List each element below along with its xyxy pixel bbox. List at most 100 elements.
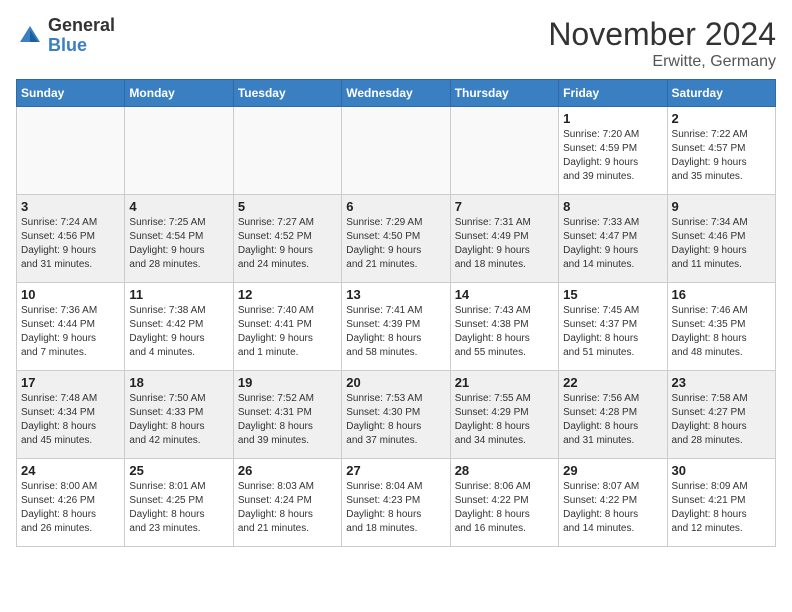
day-number: 8 xyxy=(563,199,662,214)
calendar-cell: 23Sunrise: 7:58 AM Sunset: 4:27 PM Dayli… xyxy=(667,371,775,459)
day-number: 25 xyxy=(129,463,228,478)
day-info: Sunrise: 8:07 AM Sunset: 4:22 PM Dayligh… xyxy=(563,480,662,536)
day-info: Sunrise: 8:00 AM Sunset: 4:26 PM Dayligh… xyxy=(21,480,120,536)
calendar-cell: 30 Sunrise: 8:09 AM Sunset: 4:21 PM Dayli… xyxy=(667,459,775,547)
calendar-cell: 2Sunrise: 7:22 AM Sunset: 4:57 PM Daylig… xyxy=(667,107,775,195)
day-number: 4 xyxy=(129,199,228,214)
location-title: Erwitte, Germany xyxy=(548,53,776,71)
day-info: Sunrise: 7:27 AM Sunset: 4:52 PM Dayligh… xyxy=(238,216,337,272)
calendar-cell: 21 Sunrise: 7:55 AM Sunset: 4:29 PM Dayli… xyxy=(450,371,558,459)
day-number: 22 xyxy=(563,375,662,390)
calendar-cell: 28 Sunrise: 8:06 AM Sunset: 4:22 PM Dayli… xyxy=(450,459,558,547)
header-thursday: Thursday xyxy=(450,80,558,107)
calendar-cell: 20 Sunrise: 7:53 AM Sunset: 4:30 PM Dayli… xyxy=(342,371,450,459)
page-header: General Blue November 2024 Erwitte, Germ… xyxy=(16,16,776,71)
calendar-cell: 9 Sunrise: 7:34 AM Sunset: 4:46 PM Daylig… xyxy=(667,195,775,283)
calendar-cell xyxy=(342,107,450,195)
day-info: Sunrise: 7:22 AM Sunset: 4:57 PM Dayligh… xyxy=(672,128,771,184)
day-number: 29 xyxy=(563,463,662,478)
day-info: Sunrise: 7:41 AM Sunset: 4:39 PM Dayligh… xyxy=(346,304,445,360)
month-title: November 2024 xyxy=(548,16,776,53)
day-number: 17 xyxy=(21,375,120,390)
calendar-cell xyxy=(233,107,341,195)
logo-blue: Blue xyxy=(48,36,115,56)
calendar-cell: 15 Sunrise: 7:45 AM Sunset: 4:37 PM Dayli… xyxy=(559,283,667,371)
day-info: Sunrise: 7:50 AM Sunset: 4:33 PM Dayligh… xyxy=(129,392,228,448)
day-number: 15 xyxy=(563,287,662,302)
calendar-cell: 11Sunrise: 7:38 AM Sunset: 4:42 PM Dayli… xyxy=(125,283,233,371)
calendar-cell: 12 Sunrise: 7:40 AM Sunset: 4:41 PM Dayli… xyxy=(233,283,341,371)
day-number: 1 xyxy=(563,111,662,126)
day-info: Sunrise: 8:06 AM Sunset: 4:22 PM Dayligh… xyxy=(455,480,554,536)
day-number: 10 xyxy=(21,287,120,302)
calendar-week-2: 3 Sunrise: 7:24 AM Sunset: 4:56 PM Daylig… xyxy=(17,195,776,283)
calendar-table: SundayMondayTuesdayWednesdayThursdayFrid… xyxy=(16,79,776,547)
day-info: Sunrise: 8:04 AM Sunset: 4:23 PM Dayligh… xyxy=(346,480,445,536)
calendar-week-4: 17 Sunrise: 7:48 AM Sunset: 4:34 PM Dayli… xyxy=(17,371,776,459)
day-info: Sunrise: 7:40 AM Sunset: 4:41 PM Dayligh… xyxy=(238,304,337,360)
calendar-cell: 17 Sunrise: 7:48 AM Sunset: 4:34 PM Dayli… xyxy=(17,371,125,459)
day-info: Sunrise: 7:46 AM Sunset: 4:35 PM Dayligh… xyxy=(672,304,771,360)
day-number: 9 xyxy=(672,199,771,214)
day-info: Sunrise: 7:55 AM Sunset: 4:29 PM Dayligh… xyxy=(455,392,554,448)
day-info: Sunrise: 7:56 AM Sunset: 4:28 PM Dayligh… xyxy=(563,392,662,448)
day-info: Sunrise: 7:33 AM Sunset: 4:47 PM Dayligh… xyxy=(563,216,662,272)
day-number: 7 xyxy=(455,199,554,214)
day-number: 18 xyxy=(129,375,228,390)
logo-general: General xyxy=(48,16,115,36)
calendar-cell: 25 Sunrise: 8:01 AM Sunset: 4:25 PM Dayli… xyxy=(125,459,233,547)
day-number: 5 xyxy=(238,199,337,214)
calendar-cell: 18 Sunrise: 7:50 AM Sunset: 4:33 PM Dayli… xyxy=(125,371,233,459)
day-number: 19 xyxy=(238,375,337,390)
day-number: 14 xyxy=(455,287,554,302)
day-number: 28 xyxy=(455,463,554,478)
day-number: 3 xyxy=(21,199,120,214)
day-info: Sunrise: 7:36 AM Sunset: 4:44 PM Dayligh… xyxy=(21,304,120,360)
calendar-cell: 4 Sunrise: 7:25 AM Sunset: 4:54 PM Daylig… xyxy=(125,195,233,283)
calendar-cell: 6Sunrise: 7:29 AM Sunset: 4:50 PM Daylig… xyxy=(342,195,450,283)
calendar-cell: 27Sunrise: 8:04 AM Sunset: 4:23 PM Dayli… xyxy=(342,459,450,547)
day-number: 26 xyxy=(238,463,337,478)
calendar-cell: 1 Sunrise: 7:20 AM Sunset: 4:59 PM Daylig… xyxy=(559,107,667,195)
calendar-cell: 3 Sunrise: 7:24 AM Sunset: 4:56 PM Daylig… xyxy=(17,195,125,283)
day-number: 20 xyxy=(346,375,445,390)
calendar-cell: 5 Sunrise: 7:27 AM Sunset: 4:52 PM Daylig… xyxy=(233,195,341,283)
calendar-week-3: 10 Sunrise: 7:36 AM Sunset: 4:44 PM Dayli… xyxy=(17,283,776,371)
calendar-cell: 19Sunrise: 7:52 AM Sunset: 4:31 PM Dayli… xyxy=(233,371,341,459)
title-block: November 2024 Erwitte, Germany xyxy=(548,16,776,71)
header-friday: Friday xyxy=(559,80,667,107)
day-info: Sunrise: 7:34 AM Sunset: 4:46 PM Dayligh… xyxy=(672,216,771,272)
day-number: 13 xyxy=(346,287,445,302)
day-info: Sunrise: 7:48 AM Sunset: 4:34 PM Dayligh… xyxy=(21,392,120,448)
day-number: 30 xyxy=(672,463,771,478)
logo: General Blue xyxy=(16,16,115,56)
calendar-week-5: 24Sunrise: 8:00 AM Sunset: 4:26 PM Dayli… xyxy=(17,459,776,547)
day-info: Sunrise: 7:20 AM Sunset: 4:59 PM Dayligh… xyxy=(563,128,662,184)
day-number: 16 xyxy=(672,287,771,302)
day-info: Sunrise: 8:01 AM Sunset: 4:25 PM Dayligh… xyxy=(129,480,228,536)
day-number: 12 xyxy=(238,287,337,302)
calendar-cell: 16 Sunrise: 7:46 AM Sunset: 4:35 PM Dayli… xyxy=(667,283,775,371)
day-info: Sunrise: 8:09 AM Sunset: 4:21 PM Dayligh… xyxy=(672,480,771,536)
day-info: Sunrise: 7:25 AM Sunset: 4:54 PM Dayligh… xyxy=(129,216,228,272)
calendar-cell xyxy=(17,107,125,195)
calendar-cell: 7Sunrise: 7:31 AM Sunset: 4:49 PM Daylig… xyxy=(450,195,558,283)
day-info: Sunrise: 7:45 AM Sunset: 4:37 PM Dayligh… xyxy=(563,304,662,360)
header-sunday: Sunday xyxy=(17,80,125,107)
day-info: Sunrise: 7:53 AM Sunset: 4:30 PM Dayligh… xyxy=(346,392,445,448)
calendar-cell: 8 Sunrise: 7:33 AM Sunset: 4:47 PM Daylig… xyxy=(559,195,667,283)
day-info: Sunrise: 7:43 AM Sunset: 4:38 PM Dayligh… xyxy=(455,304,554,360)
calendar-header-row: SundayMondayTuesdayWednesdayThursdayFrid… xyxy=(17,80,776,107)
calendar-week-1: 1 Sunrise: 7:20 AM Sunset: 4:59 PM Daylig… xyxy=(17,107,776,195)
day-info: Sunrise: 7:24 AM Sunset: 4:56 PM Dayligh… xyxy=(21,216,120,272)
calendar-cell xyxy=(125,107,233,195)
header-wednesday: Wednesday xyxy=(342,80,450,107)
day-number: 11 xyxy=(129,287,228,302)
calendar-cell xyxy=(450,107,558,195)
day-number: 23 xyxy=(672,375,771,390)
day-number: 6 xyxy=(346,199,445,214)
logo-icon xyxy=(16,22,44,50)
day-number: 21 xyxy=(455,375,554,390)
header-monday: Monday xyxy=(125,80,233,107)
calendar-cell: 14 Sunrise: 7:43 AM Sunset: 4:38 PM Dayli… xyxy=(450,283,558,371)
